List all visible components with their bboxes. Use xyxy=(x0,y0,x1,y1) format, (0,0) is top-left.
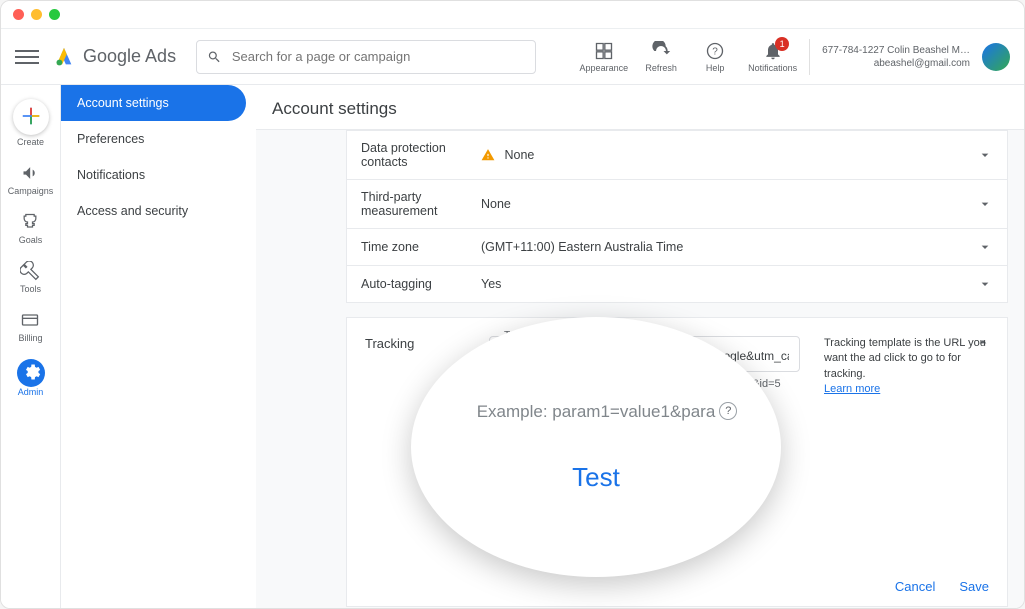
subnav-notifications[interactable]: Notifications xyxy=(61,157,256,193)
search-box[interactable] xyxy=(196,40,536,74)
subnav: Account settings Preferences Notificatio… xyxy=(61,85,256,608)
tools-icon xyxy=(20,261,40,281)
cancel-button[interactable]: Cancel xyxy=(895,579,935,594)
google-ads-logo-icon xyxy=(53,46,75,68)
search-icon xyxy=(207,49,222,65)
account-info[interactable]: 677-784-1227 Colin Beashel M… abeashel@g… xyxy=(822,44,970,70)
top-bar: Google Ads Appearance Refresh ? Help 1 N… xyxy=(1,29,1024,85)
warning-icon xyxy=(481,148,495,162)
minimize-icon[interactable] xyxy=(31,9,42,20)
help-circle-icon[interactable]: ? xyxy=(719,402,737,420)
rail-goals[interactable]: Goals xyxy=(19,212,43,245)
test-button[interactable]: Test xyxy=(572,462,620,493)
save-button[interactable]: Save xyxy=(959,579,989,594)
rail-billing[interactable]: Billing xyxy=(18,310,42,343)
rail-tools[interactable]: Tools xyxy=(20,261,41,294)
create-button[interactable]: Create xyxy=(13,99,49,147)
row-data-protection[interactable]: Data protection contacts None xyxy=(346,130,1008,180)
chevron-down-icon xyxy=(977,147,993,163)
trophy-icon xyxy=(20,212,40,232)
brand[interactable]: Google Ads xyxy=(53,46,176,68)
chevron-down-icon xyxy=(977,276,993,292)
magnify-example-text: Example: param1=value1&para ? xyxy=(477,402,716,422)
magnified-callout: Example: param1=value1&para ? Test xyxy=(411,317,781,577)
search-input[interactable] xyxy=(232,49,525,64)
appearance-icon xyxy=(594,41,614,61)
row-time-zone[interactable]: Time zone (GMT+11:00) Eastern Australia … xyxy=(346,229,1008,266)
refresh-icon xyxy=(651,41,671,61)
learn-more-link[interactable]: Learn more xyxy=(824,383,880,395)
gear-icon xyxy=(21,362,41,382)
appearance-button[interactable]: Appearance xyxy=(580,41,629,73)
row-third-party[interactable]: Third-party measurement None xyxy=(346,180,1008,229)
help-button[interactable]: ? Help xyxy=(694,41,736,73)
subnav-account-settings[interactable]: Account settings xyxy=(61,85,246,121)
row-auto-tagging[interactable]: Auto-tagging Yes xyxy=(346,266,1008,303)
brand-text: Google Ads xyxy=(83,46,176,67)
notifications-button[interactable]: 1 Notifications xyxy=(748,41,797,73)
megaphone-icon xyxy=(21,163,41,183)
plus-icon xyxy=(20,105,42,127)
avatar[interactable] xyxy=(982,43,1010,71)
subnav-preferences[interactable]: Preferences xyxy=(61,121,256,157)
chevron-down-icon xyxy=(977,196,993,212)
subnav-access-security[interactable]: Access and security xyxy=(61,193,256,229)
svg-text:?: ? xyxy=(712,46,718,57)
rail-admin[interactable]: Admin xyxy=(17,359,45,397)
card-icon xyxy=(20,310,40,330)
help-text: Tracking template is the URL you want th… xyxy=(824,337,986,380)
app-window: Google Ads Appearance Refresh ? Help 1 N… xyxy=(0,0,1025,609)
refresh-button[interactable]: Refresh xyxy=(640,41,682,73)
mac-titlebar xyxy=(1,1,1024,29)
notification-badge: 1 xyxy=(775,37,789,51)
rail-campaigns[interactable]: Campaigns xyxy=(8,163,54,196)
maximize-icon[interactable] xyxy=(49,9,60,20)
help-icon: ? xyxy=(705,41,725,61)
page-title: Account settings xyxy=(256,85,1024,130)
nav-rail: Create Campaigns Goals Tools Billing xyxy=(1,85,61,608)
menu-icon[interactable] xyxy=(15,45,39,69)
header-actions: Appearance Refresh ? Help 1 Notification… xyxy=(580,39,1010,75)
divider xyxy=(809,39,810,75)
close-icon[interactable] xyxy=(13,9,24,20)
chevron-down-icon xyxy=(977,239,993,255)
